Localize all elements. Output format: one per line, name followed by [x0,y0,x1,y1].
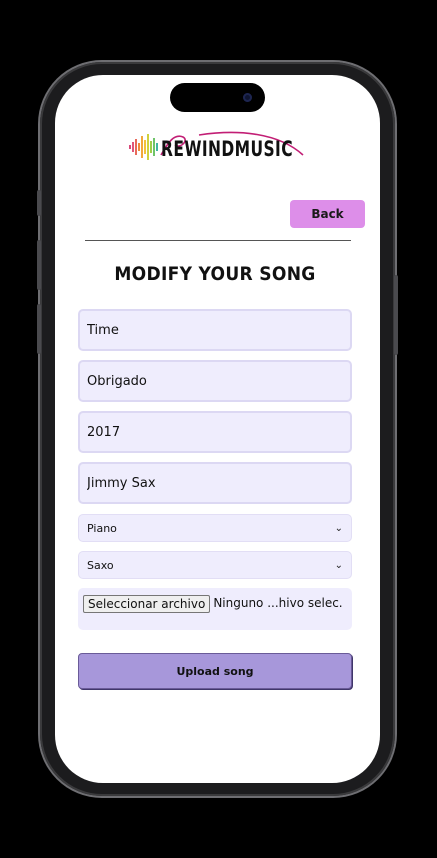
back-button[interactable]: Back [290,200,365,228]
choose-file-button[interactable]: Seleccionar archivo [83,595,211,613]
instrument-select-2[interactable]: Saxo ⌄ [78,551,352,579]
dynamic-island [170,83,265,112]
upload-song-button[interactable]: Upload song [78,653,352,689]
chevron-down-icon: ⌄ [334,559,343,571]
phone-screen: REWINDMUSIC Back MODIFY YOUR SONG Piano … [55,75,380,783]
year-input[interactable] [78,411,352,453]
camera-icon [243,93,252,102]
header-divider [85,240,351,241]
file-status-text: Ninguno ...hivo selec. [213,596,343,610]
instrument-select-1-value: Piano [87,521,117,535]
instrument-select-1[interactable]: Piano ⌄ [78,514,352,542]
app-logo: REWINDMUSIC [129,131,305,163]
logo-text: REWINDMUSIC [161,137,294,161]
silent-switch [37,190,41,216]
chevron-down-icon: ⌄ [334,522,343,534]
volume-down-button [37,304,41,354]
power-button [394,275,398,355]
page-title: MODIFY YOUR SONG [114,263,316,285]
song-name-input[interactable] [78,360,352,402]
instrument-select-2-value: Saxo [87,558,114,572]
file-upload-field: Seleccionar archivo Ninguno ...hivo sele… [78,588,352,630]
volume-up-button [37,240,41,290]
song-title-input[interactable] [78,309,352,351]
artist-input[interactable] [78,462,352,504]
soundwave-icon [129,134,158,160]
